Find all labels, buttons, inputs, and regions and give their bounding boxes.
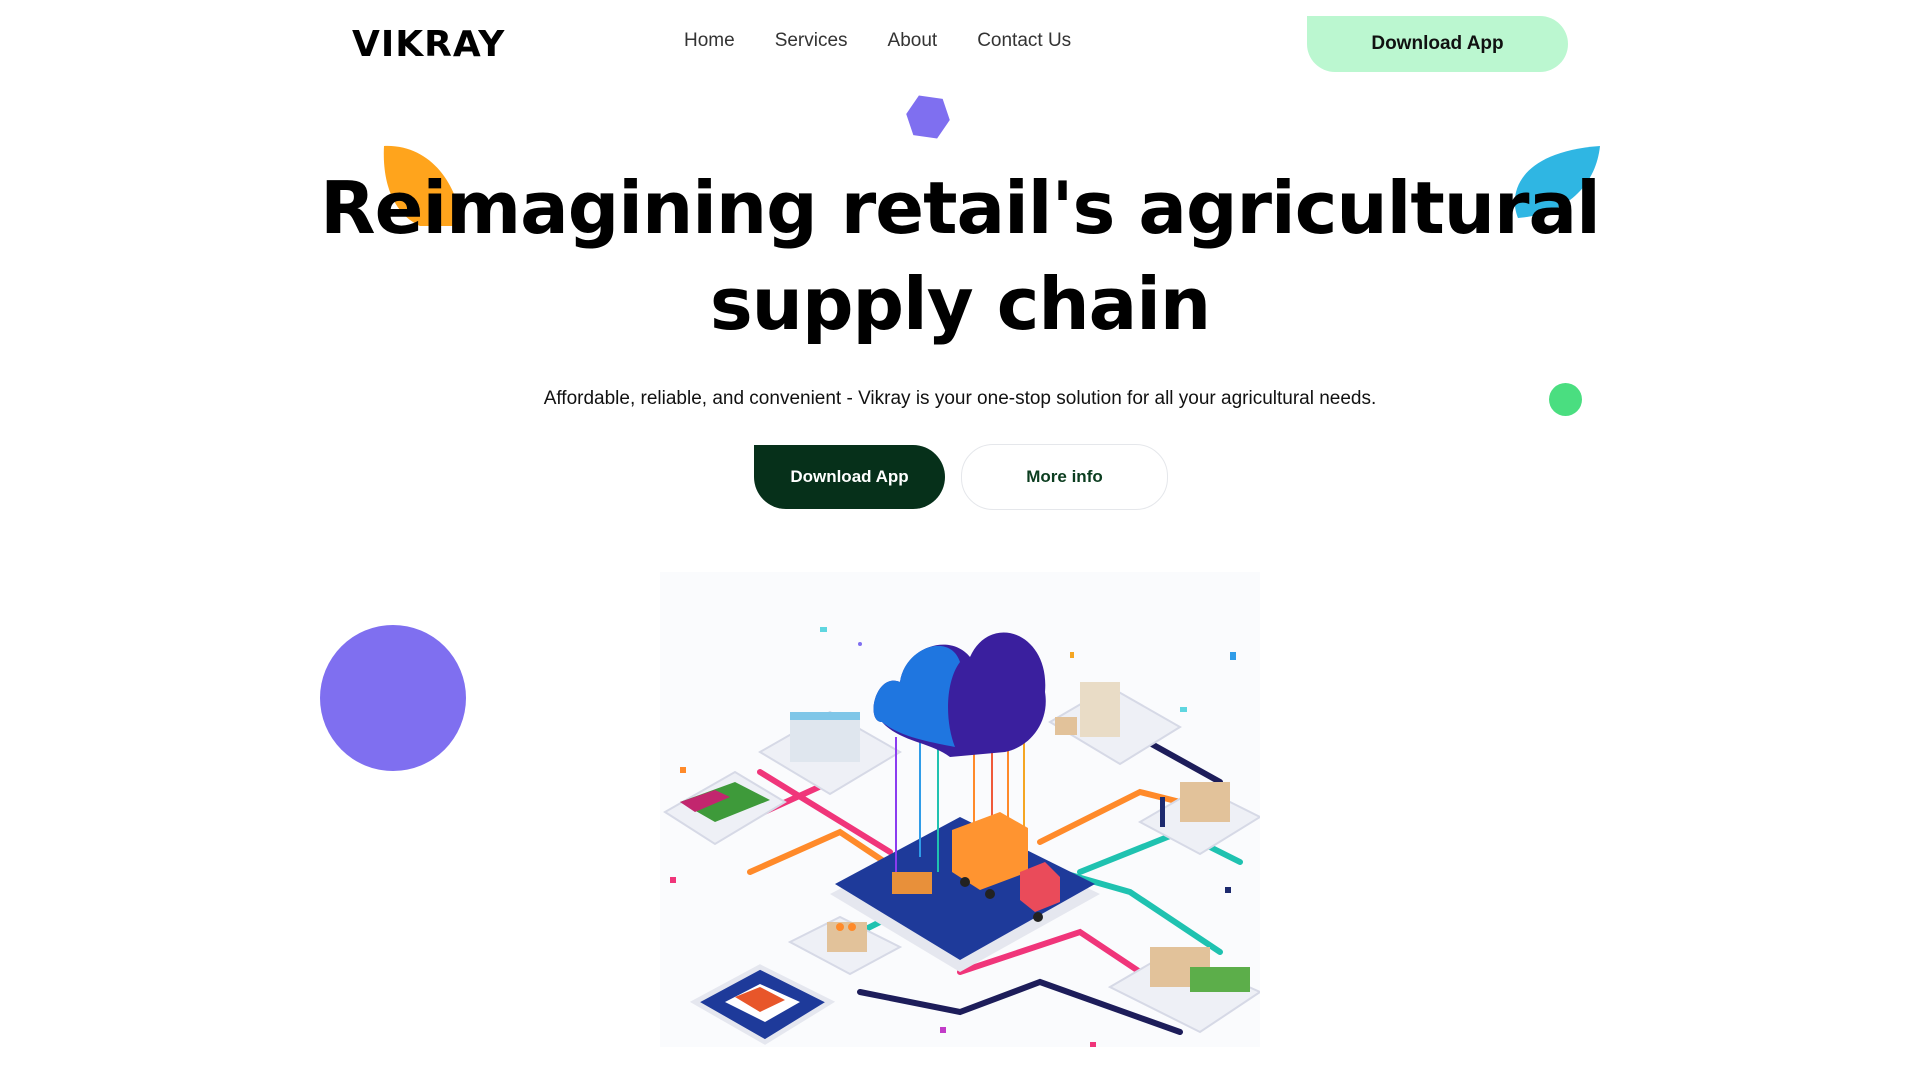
download-app-button[interactable]: Download App [754, 445, 945, 509]
nav-contact-us[interactable]: Contact Us [977, 30, 1071, 52]
hero-subtitle: Affordable, reliable, and convenient - V… [543, 388, 1377, 409]
logo-text: VIKRAY [352, 23, 506, 65]
header-download-app-button[interactable]: Download App [1307, 16, 1568, 72]
nav-services[interactable]: Services [775, 30, 848, 52]
hero-title-line-2: supply chain [709, 262, 1211, 346]
nav-home[interactable]: Home [684, 30, 735, 52]
main-nav: Home Services About Contact Us [684, 30, 1071, 52]
hexagon-decoration [906, 95, 950, 139]
purple-circle-decoration [320, 625, 466, 771]
logo[interactable]: VIKRAY [352, 23, 506, 65]
more-info-button[interactable]: More info [961, 444, 1168, 510]
cloud-icon [873, 632, 1046, 757]
nav-about[interactable]: About [888, 30, 938, 52]
hero-title: Reimagining retail's agricultural supply … [0, 160, 1920, 352]
supply-chain-illustration [660, 572, 1260, 1047]
hero-title-line-1: Reimagining retail's agricultural [320, 166, 1601, 250]
